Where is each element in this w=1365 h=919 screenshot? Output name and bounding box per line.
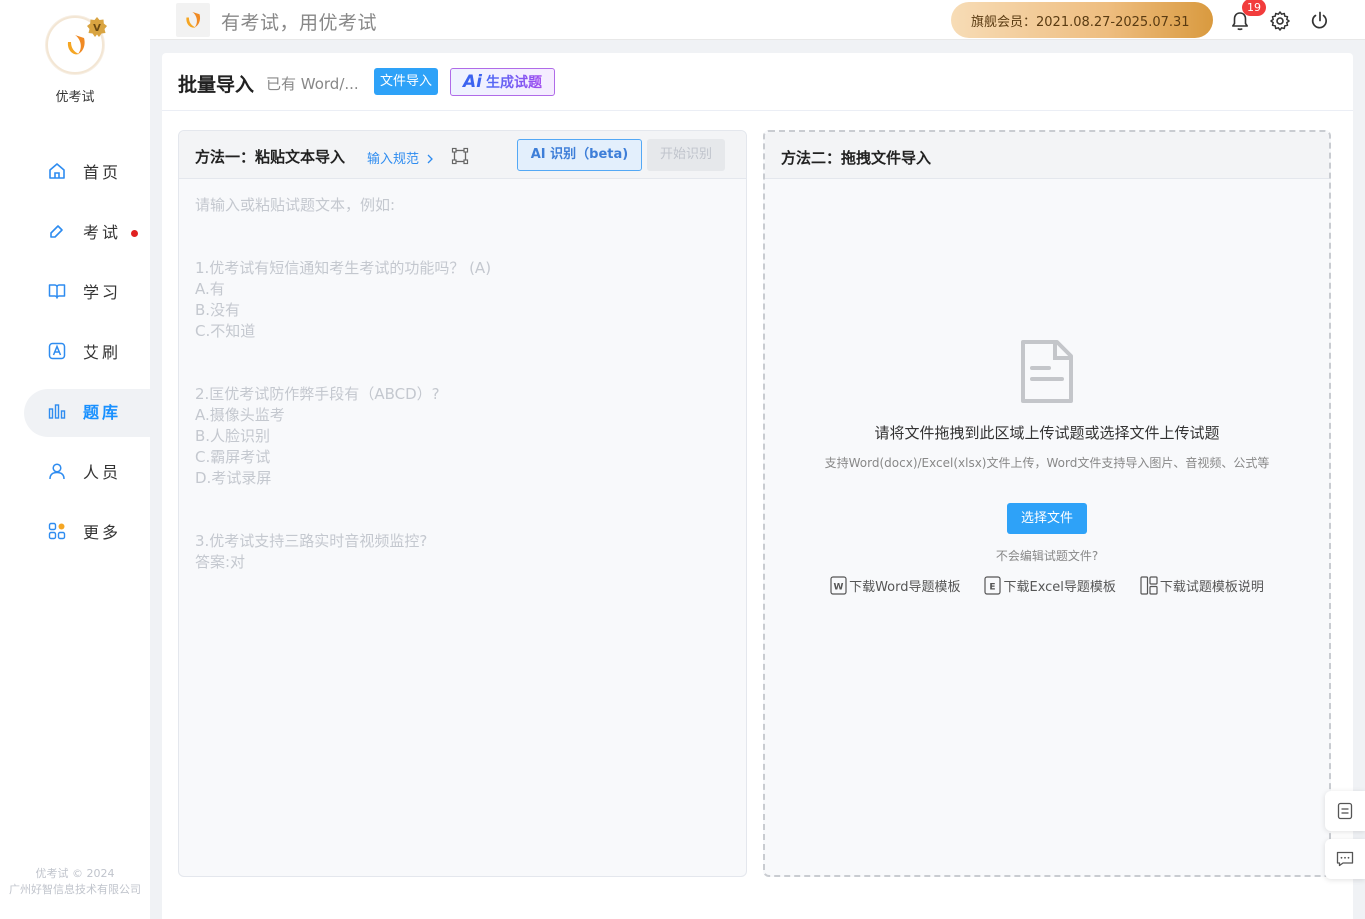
sidebar: V 优考试 首页 考试 学习 艾刷 题库 人员 更多 优考试 © 2024 广州… <box>0 0 164 919</box>
home-icon <box>47 161 67 181</box>
paste-panel-title: 方法一：粘贴文本导入 <box>195 148 346 166</box>
placeholder-line: C.霸屏考试 <box>195 448 271 466</box>
svg-text:W: W <box>834 583 844 593</box>
input-spec-label: 输入规范 <box>367 152 420 167</box>
sidebar-item-label: 艾刷 <box>83 343 122 362</box>
main-content: 批量导入 已有 Word/... 文件导入 Ai 生成试题 方法一：粘贴文本导入… <box>162 53 1353 919</box>
help-text: 不会编辑试题文件? <box>995 549 1099 563</box>
placeholder-line <box>195 216 725 237</box>
choose-file-button[interactable]: 选择文件 <box>1007 503 1087 534</box>
layout-icon <box>1140 576 1158 595</box>
placeholder-line: 3.优考试支持三路实时音视频监控? <box>195 532 428 550</box>
header-logo[interactable] <box>176 3 210 37</box>
file-drop-zone[interactable]: 方法二：拖拽文件导入 请将文件拖拽到此区域上传试题或选择文件上传试题 支持Wor… <box>763 130 1331 877</box>
company-name: 广州好智信息技术有限公司 <box>9 883 141 896</box>
fullscreen-icon[interactable] <box>451 147 469 165</box>
a-letter-icon <box>47 341 67 361</box>
book-icon <box>47 281 67 301</box>
page-title-bar: 批量导入 已有 Word/... 文件导入 Ai 生成试题 <box>162 53 1353 111</box>
download-label: 下载Excel导题模板 <box>1003 580 1116 595</box>
placeholder-line <box>195 342 725 363</box>
sidebar-item-label: 学习 <box>83 283 122 302</box>
sidebar-item-aishua[interactable]: 艾刷 <box>0 321 150 381</box>
download-template-guide-link[interactable]: 下载试题模板说明 <box>1140 576 1264 595</box>
placeholder-line <box>195 510 725 531</box>
paste-textarea[interactable]: 请输入或粘贴试题文本，例如: 1.优考试有短信通知考生考试的功能吗？ (A) A… <box>195 195 725 573</box>
placeholder-line: A.摄像头监考 <box>195 406 285 424</box>
notes-icon <box>1337 802 1353 820</box>
placeholder-line: 请输入或粘贴试题文本，例如: <box>195 196 396 214</box>
more-grid-icon <box>47 521 67 541</box>
download-excel-template-link[interactable]: E 下载Excel导题模板 <box>984 576 1116 595</box>
download-label: 下载试题模板说明 <box>1159 580 1264 595</box>
notification-count-badge: 19 <box>1242 0 1266 16</box>
placeholder-line <box>195 489 725 510</box>
exam-icon <box>47 221 67 241</box>
sidebar-item-exam[interactable]: 考试 <box>0 201 150 261</box>
paste-panel-header: 方法一：粘贴文本导入 输入规范 AI 识别（beta) 开始识别 <box>179 131 746 179</box>
chevron-right-icon <box>427 154 434 164</box>
power-icon[interactable] <box>1309 10 1331 32</box>
file-import-button[interactable]: 文件导入 <box>374 68 439 95</box>
svg-text:E: E <box>990 583 996 593</box>
input-spec-link[interactable]: 输入规范 <box>367 148 434 167</box>
gear-icon[interactable] <box>1269 10 1291 32</box>
drop-instruction: 请将文件拖拽到此区域上传试题或选择文件上传试题 <box>874 424 1220 442</box>
logo-icon <box>67 35 85 55</box>
download-word-template-link[interactable]: W 下载Word导题模板 <box>830 576 960 595</box>
sidebar-item-people[interactable]: 人员 <box>0 441 150 501</box>
sidebar-item-more[interactable]: 更多 <box>0 501 150 561</box>
placeholder-line: 1.优考试有短信通知考生考试的功能吗？ (A) <box>195 259 492 277</box>
page-title: 批量导入 <box>178 74 255 96</box>
placeholder-line: B.没有 <box>195 301 241 319</box>
download-label: 下载Word导题模板 <box>849 580 961 595</box>
user-icon <box>47 461 67 481</box>
sidebar-item-label: 更多 <box>83 523 122 542</box>
sidebar-item-label: 题库 <box>83 403 122 422</box>
excel-file-icon: E <box>984 576 1002 595</box>
placeholder-line <box>195 237 725 258</box>
notification-dot <box>131 230 138 237</box>
word-file-icon: W <box>830 576 847 595</box>
download-links: W 下载Word导题模板 E 下载Excel导题模板 下载试题模板说明 <box>765 576 1329 595</box>
sidebar-item-home[interactable]: 首页 <box>0 141 150 201</box>
membership-badge[interactable]: 旗舰会员：2021.08.27-2025.07.31 <box>951 2 1213 38</box>
copyright-line: 优考试 © 2024 <box>35 867 115 880</box>
placeholder-line <box>195 363 725 384</box>
sidebar-item-question-bank[interactable]: 题库 <box>0 381 164 441</box>
sidebar-item-study[interactable]: 学习 <box>0 261 150 321</box>
sidebar-item-label: 考试 <box>83 223 122 242</box>
bar-chart-icon <box>47 401 67 421</box>
placeholder-line: B.人脸识别 <box>195 427 271 445</box>
svg-text:V: V <box>93 23 101 34</box>
ai-generate-button[interactable]: Ai 生成试题 <box>450 68 555 96</box>
placeholder-line: 答案:对 <box>195 553 246 571</box>
logo-icon <box>186 11 201 28</box>
drop-panel-header: 方法二：拖拽文件导入 <box>765 132 1329 179</box>
supported-formats: 支持Word(docx)/Excel(xlsx)文件上传，Word文件支持导入图… <box>824 456 1270 470</box>
sidebar-item-label: 人员 <box>83 463 122 482</box>
ai-logo-icon: Ai <box>463 72 482 92</box>
start-recognize-button[interactable]: 开始识别 <box>647 139 725 171</box>
chat-icon <box>1336 851 1354 867</box>
copyright: 优考试 © 2024 广州好智信息技术有限公司 <box>0 866 150 898</box>
placeholder-line: A.有 <box>195 280 225 298</box>
placeholder-line: D.考试录屏 <box>195 469 272 487</box>
paste-text-panel: 方法一：粘贴文本导入 输入规范 AI 识别（beta) 开始识别 请输入或粘贴试… <box>178 130 747 877</box>
float-chat-button[interactable] <box>1325 839 1365 879</box>
page-subtitle: 已有 Word/... <box>266 75 359 93</box>
sidebar-item-label: 首页 <box>83 163 122 182</box>
sidebar-nav: 首页 考试 学习 艾刷 题库 人员 更多 <box>0 141 164 561</box>
float-notes-button[interactable] <box>1325 791 1365 831</box>
drop-panel-title: 方法二：拖拽文件导入 <box>781 149 932 167</box>
brand-name: 优考试 <box>55 90 95 105</box>
placeholder-line: 2.匡优考试防作弊手段有（ABCD）? <box>195 385 440 403</box>
ai-generate-label: 生成试题 <box>486 72 542 92</box>
vip-badge-icon: V <box>87 17 107 37</box>
placeholder-line: C.不知道 <box>195 322 256 340</box>
header-slogan: 有考试，用优考试 <box>221 12 378 34</box>
ai-recognize-button[interactable]: AI 识别（beta) <box>517 139 642 171</box>
document-icon <box>1021 340 1073 403</box>
top-header: 有考试，用优考试 旗舰会员：2021.08.27-2025.07.31 19 <box>150 0 1365 40</box>
